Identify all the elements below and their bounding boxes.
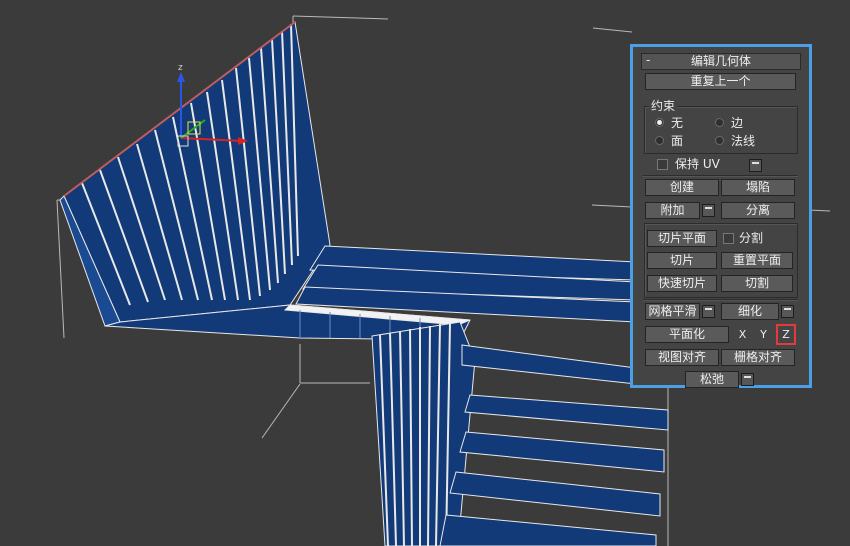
preserve-uv-checkbox[interactable] [657, 159, 668, 170]
mesh-left-fins [59, 21, 331, 327]
edit-geometry-panel: - 编辑几何体 重复上一个 约束 无 边 面 法线 保持 UV 创建 塌陷 附加… [630, 44, 812, 388]
cut-button[interactable]: 切割 [721, 275, 793, 292]
divider [643, 299, 798, 301]
relax-settings-icon[interactable] [741, 373, 754, 386]
constraints-group [644, 106, 798, 154]
preserve-uv-label: 保持 UV [675, 157, 720, 171]
constraint-face-radio[interactable] [655, 136, 664, 145]
collapse-button[interactable]: 塌陷 [721, 179, 795, 196]
constraint-none-radio[interactable] [655, 118, 664, 127]
constraint-edge-label: 边 [731, 116, 744, 130]
preserve-uv-settings-icon[interactable] [749, 159, 762, 172]
view-align-button[interactable]: 视图对齐 [645, 349, 719, 366]
split-label: 分割 [739, 231, 764, 245]
planar-y-button[interactable]: Y [755, 326, 772, 343]
constraint-normal-label: 法线 [731, 134, 756, 148]
relax-button[interactable]: 松弛 [685, 371, 739, 388]
attach-list-icon[interactable] [702, 204, 715, 217]
rollout-title: 编辑几何体 [690, 54, 751, 68]
constraint-normal-radio[interactable] [715, 136, 724, 145]
constraint-edge-radio[interactable] [715, 118, 724, 127]
grid-align-button[interactable]: 栅格对齐 [721, 349, 795, 366]
planar-z-button[interactable]: Z [776, 324, 796, 345]
split-checkbox[interactable] [723, 233, 734, 244]
attach-button[interactable]: 附加 [645, 202, 700, 219]
repeat-last-button[interactable]: 重复上一个 [645, 73, 796, 90]
meshsmooth-settings-icon[interactable] [702, 305, 715, 318]
tessellate-button[interactable]: 细化 [721, 303, 779, 320]
rollout-header[interactable]: - 编辑几何体 [641, 53, 801, 70]
mesh-down-column [371, 321, 476, 546]
create-button[interactable]: 创建 [645, 179, 719, 196]
planar-x-button[interactable]: X [734, 326, 751, 343]
make-planar-button[interactable]: 平面化 [645, 326, 729, 343]
detach-button[interactable]: 分离 [721, 202, 795, 219]
gizmo-axis-label: z [178, 63, 183, 73]
constraint-face-label: 面 [671, 134, 684, 148]
slice-button[interactable]: 切片 [647, 252, 717, 269]
divider [643, 175, 798, 177]
constraints-label: 约束 [649, 99, 678, 113]
constraint-none-label: 无 [671, 116, 684, 130]
tessellate-settings-icon[interactable] [781, 305, 794, 318]
quickslice-button[interactable]: 快速切片 [647, 275, 717, 292]
meshsmooth-button[interactable]: 网格平滑 [645, 303, 700, 320]
slice-plane-button[interactable]: 切片平面 [647, 230, 717, 247]
reset-plane-button[interactable]: 重置平面 [721, 252, 793, 269]
